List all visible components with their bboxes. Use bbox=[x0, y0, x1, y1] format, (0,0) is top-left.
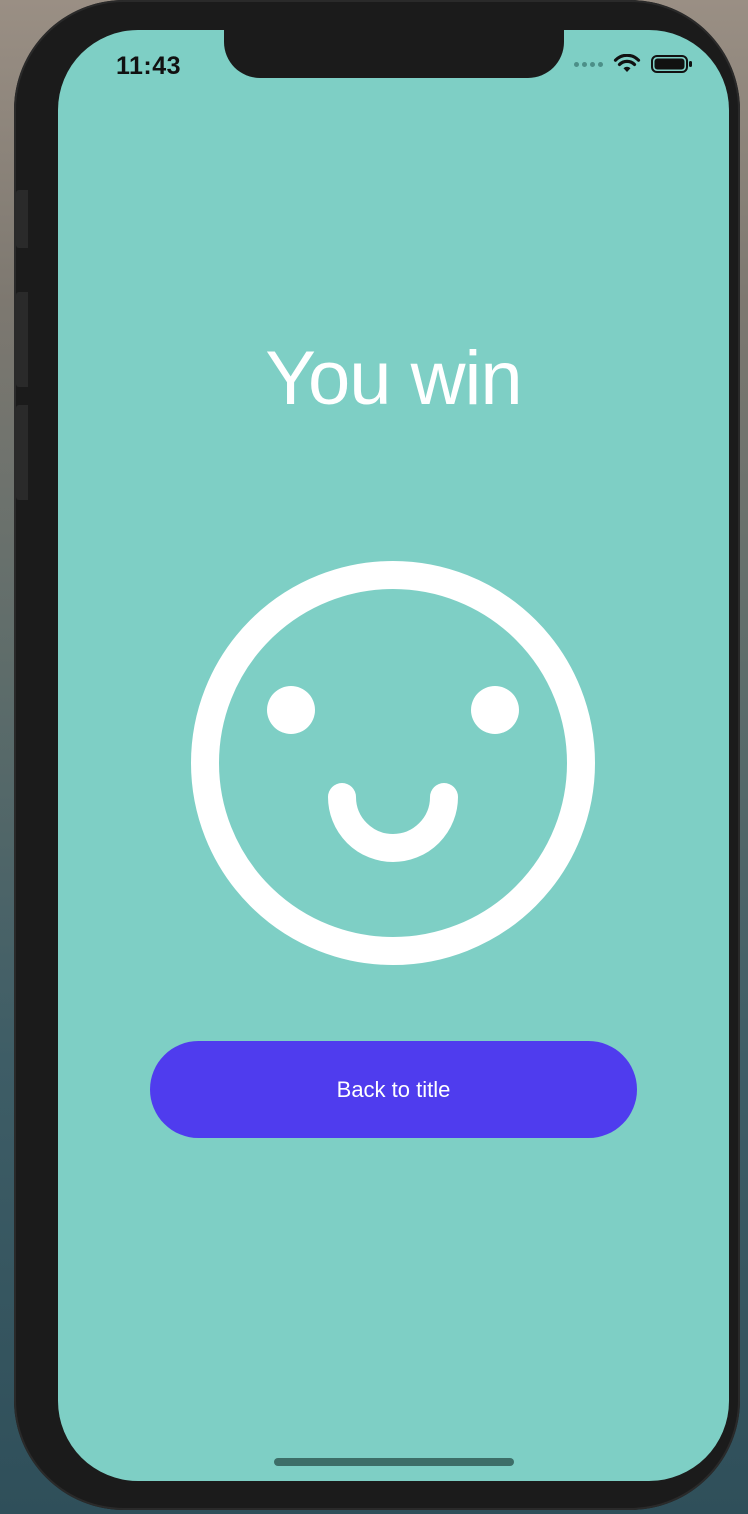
wifi-icon bbox=[613, 54, 641, 72]
mute-switch bbox=[16, 190, 28, 248]
signal-dots-icon bbox=[574, 61, 603, 67]
volume-up-button bbox=[16, 292, 28, 387]
home-indicator[interactable] bbox=[274, 1458, 514, 1466]
volume-down-button bbox=[16, 405, 28, 500]
back-to-title-button[interactable]: Back to title bbox=[150, 1041, 637, 1138]
battery-icon bbox=[651, 55, 692, 73]
result-title: You win bbox=[265, 336, 522, 421]
status-icons bbox=[574, 54, 693, 74]
app-screen: 11:43 You win Back to title bbox=[58, 30, 729, 1481]
smiley-face-icon bbox=[191, 561, 595, 965]
status-time: 11:43 bbox=[116, 52, 182, 80]
device-notch bbox=[224, 30, 564, 78]
phone-device-frame: 11:43 You win Back to title bbox=[14, 0, 740, 1510]
